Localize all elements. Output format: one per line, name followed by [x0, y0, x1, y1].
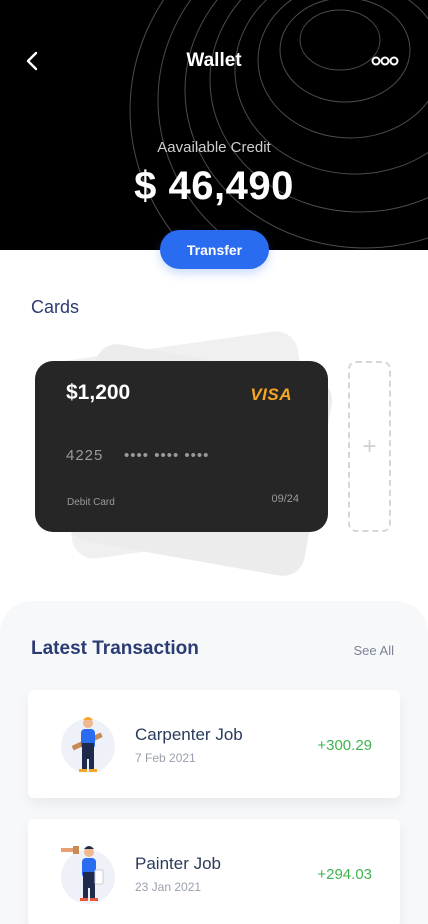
- transaction-date: 7 Feb 2021: [135, 751, 196, 765]
- topographic-pattern: [129, 0, 428, 250]
- transaction-item[interactable]: Painter Job 23 Jan 2021 +294.03: [28, 819, 400, 924]
- card-number-prefix: 4225: [66, 447, 104, 464]
- visa-logo: VISA: [250, 385, 292, 404]
- plus-icon: +: [362, 432, 377, 460]
- transaction-item[interactable]: Carpenter Job 7 Feb 2021 +300.29: [28, 690, 400, 798]
- transactions-title: Latest Transaction: [31, 638, 199, 659]
- available-credit-amount: $ 46,490: [134, 164, 294, 208]
- carpenter-avatar-icon: [61, 717, 115, 773]
- debit-card[interactable]: $1,200 VISA 4225 •••• •••• •••• Debit Ca…: [35, 361, 328, 532]
- transaction-amount: +300.29: [317, 737, 372, 754]
- wallet-header: Wallet Aavailable Credit $ 46,490: [0, 0, 428, 250]
- transaction-name: Carpenter Job: [135, 725, 243, 744]
- available-credit-label: Aavailable Credit: [157, 139, 271, 156]
- page-title: Wallet: [186, 50, 242, 71]
- painter-avatar-icon: [61, 846, 115, 904]
- card-type: Debit Card: [67, 497, 115, 508]
- card-expiry: 09/24: [271, 493, 299, 505]
- cards-section-title: Cards: [31, 297, 80, 317]
- see-all-link[interactable]: See All: [354, 643, 394, 658]
- transactions-panel: Latest Transaction See All Carpenter Job…: [0, 601, 428, 924]
- add-card-button[interactable]: +: [348, 361, 391, 532]
- card-number-masked: •••• •••• ••••: [124, 447, 210, 464]
- card-number: 4225 •••• •••• ••••: [66, 447, 209, 464]
- transaction-name: Painter Job: [135, 854, 221, 873]
- card-balance: $1,200: [66, 381, 131, 404]
- more-button[interactable]: [370, 52, 400, 70]
- transfer-button[interactable]: Transfer: [160, 230, 269, 269]
- transaction-date: 23 Jan 2021: [135, 880, 202, 894]
- transaction-amount: +294.03: [317, 866, 372, 883]
- more-dots-icon: [371, 56, 399, 66]
